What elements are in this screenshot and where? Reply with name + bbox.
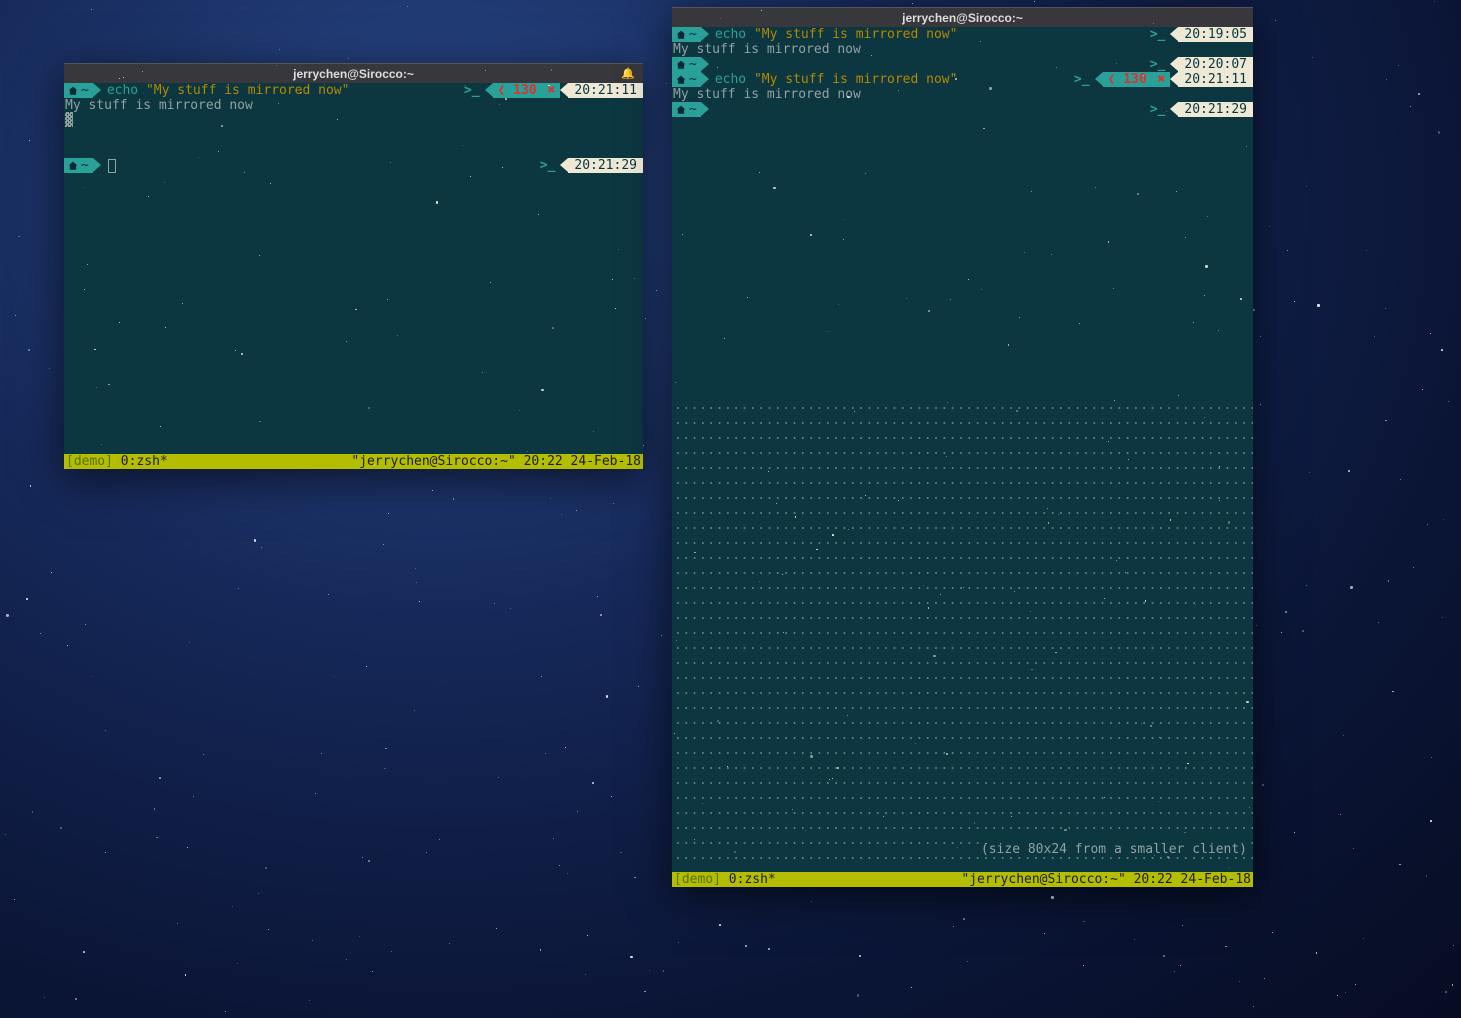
time-segment: 20:20:07 — [1178, 57, 1253, 72]
window-title: jerrychen@Sirocco:~ — [293, 67, 414, 81]
terminal-window-left[interactable]: jerrychen@Sirocco:~ 🔔 ~ echo "My stuff is… — [64, 63, 643, 469]
client-size-message: (size 80x24 from a smaller client) — [979, 842, 1249, 857]
status-window: 0:zsh* — [121, 454, 168, 469]
tmux-statusbar[interactable]: [demo] 0:zsh* "jerrychen@Sirocco:~" 20:2… — [64, 454, 643, 469]
output-line: ▓ — [64, 113, 643, 128]
window-titlebar[interactable]: jerrychen@Sirocco:~ 🔔 — [64, 63, 643, 83]
window-title: jerrychen@Sirocco:~ — [902, 11, 1023, 25]
window-titlebar[interactable]: jerrychen@Sirocco:~ — [672, 7, 1253, 27]
terminal-glyph-icon: >_ — [1145, 102, 1171, 117]
time-segment: 20:21:29 — [1178, 102, 1253, 117]
prompt-line[interactable]: ~ echo "My stuff is mirrored now" >_ ❮ 130 … — [64, 83, 643, 98]
time-segment: 20:21:11 — [568, 83, 643, 98]
prompt-line[interactable]: ~ echo "My stuff is mirrored now" >_ 20:19:… — [672, 27, 1253, 42]
status-session: [demo] — [674, 872, 721, 887]
terminal-glyph-icon: >_ — [1145, 57, 1171, 72]
prompt-line[interactable]: ~ >_ 20:21:29 — [64, 158, 643, 173]
time-segment: 20:19:05 — [1178, 27, 1253, 42]
home-icon: ~ — [672, 72, 701, 87]
home-icon: ~ — [64, 158, 93, 173]
tmux-statusbar[interactable]: [demo] 0:zsh* "jerrychen@Sirocco:~" 20:2… — [672, 872, 1253, 887]
prompt-line[interactable]: ~ echo "My stuff is mirrored now" >_ ❮ 130 … — [672, 72, 1253, 87]
notification-bell-icon: 🔔 — [621, 67, 635, 80]
terminal-body[interactable]: ~ echo "My stuff is mirrored now" >_ ❮ 130 … — [64, 83, 643, 454]
terminal-glyph-icon: >_ — [459, 83, 485, 98]
command-text: echo "My stuff is mirrored now" — [101, 83, 350, 98]
status-info: "jerrychen@Sirocco:~" 20:22 24-Feb-18 — [351, 454, 641, 469]
terminal-body[interactable]: ~ echo "My stuff is mirrored now" >_ 20:19:… — [672, 27, 1253, 872]
home-icon: ~ — [64, 83, 93, 98]
home-icon: ~ — [672, 57, 701, 72]
command-text — [101, 158, 116, 173]
terminal-window-right[interactable]: jerrychen@Sirocco:~ ~ echo "My stuff is m… — [672, 7, 1253, 887]
status-session: [demo] — [66, 454, 113, 469]
command-text — [709, 57, 715, 72]
terminal-glyph-icon: >_ — [1069, 72, 1095, 87]
home-icon: ~ — [672, 102, 701, 117]
terminal-glyph-icon: >_ — [1145, 27, 1171, 42]
time-segment: 20:21:11 — [1178, 72, 1253, 87]
output-line: My stuff is mirrored now — [672, 87, 1253, 102]
output-line: My stuff is mirrored now — [672, 42, 1253, 57]
inactive-region-dots: ........................................… — [672, 398, 1253, 872]
error-code-segment: ❮ 130 ✖ — [1103, 72, 1171, 87]
prompt-line[interactable]: ~ >_ 20:21:29 — [672, 102, 1253, 117]
command-text: echo "My stuff is mirrored now" — [709, 72, 958, 87]
status-info: "jerrychen@Sirocco:~" 20:22 24-Feb-18 — [961, 872, 1251, 887]
home-icon: ~ — [672, 27, 701, 42]
time-segment: 20:21:29 — [568, 158, 643, 173]
command-text — [709, 102, 715, 117]
terminal-glyph-icon: >_ — [535, 158, 561, 173]
command-text: echo "My stuff is mirrored now" — [709, 27, 958, 42]
error-code-segment: ❮ 130 ✖ — [493, 83, 561, 98]
cursor — [108, 159, 116, 173]
prompt-line[interactable]: ~ >_ 20:20:07 — [672, 57, 1253, 72]
status-window: 0:zsh* — [729, 872, 776, 887]
output-line: My stuff is mirrored now — [64, 98, 643, 113]
